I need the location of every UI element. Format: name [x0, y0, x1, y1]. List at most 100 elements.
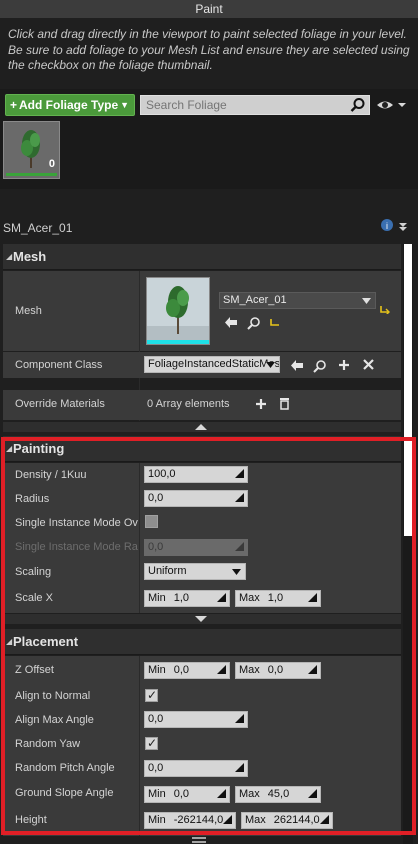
trash-icon[interactable] — [279, 397, 290, 410]
max-label: Max — [239, 592, 260, 604]
radius-value: 0,0 — [148, 492, 164, 504]
drag-grip-icon — [235, 763, 244, 772]
align-max-angle-label: Align Max Angle — [15, 714, 94, 726]
advanced-expander[interactable] — [3, 614, 401, 624]
radius-field[interactable]: 0,0 — [144, 490, 248, 507]
z-offset-max-value: 0,0 — [267, 664, 284, 676]
scrollbar-thumb[interactable] — [404, 244, 412, 536]
drag-grip-icon — [223, 815, 232, 824]
ground-slope-max-value: 45,0 — [267, 788, 290, 800]
chevron-down-icon — [266, 362, 275, 368]
height-min-field[interactable]: Min -262144,0 — [144, 812, 236, 829]
clear-icon[interactable] — [363, 359, 374, 370]
z-offset-min-field[interactable]: Min 0,0 — [144, 662, 230, 679]
section-title: Painting — [13, 441, 65, 456]
single-instance-radius-value: 0,0 — [148, 541, 164, 553]
align-max-angle-value: 0,0 — [148, 713, 164, 725]
section-placement[interactable]: ◢ Placement — [3, 629, 401, 655]
drag-grip-icon — [217, 665, 226, 674]
add-foliage-type-button[interactable]: + Add Foliage Type ▼ — [5, 94, 135, 116]
instance-count: 0 — [48, 158, 55, 170]
ground-slope-min-field[interactable]: Min 0,0 — [144, 786, 230, 803]
column-divider — [139, 463, 140, 613]
drag-grip-icon — [235, 469, 244, 478]
section-title: Placement — [13, 634, 79, 649]
single-instance-radius-label: Single Instance Mode Radius — [15, 541, 138, 553]
single-instance-radius-field: 0,0 — [144, 539, 248, 556]
height-min-value: -262144,0 — [173, 814, 224, 826]
chevron-down-icon: ▼ — [120, 100, 129, 110]
height-max-value: 262144,0 — [273, 814, 320, 826]
density-label: Density / 1Kuu — [15, 469, 87, 481]
align-max-angle-field[interactable]: 0,0 — [144, 711, 248, 728]
random-yaw-checkbox[interactable]: ✓ — [145, 736, 158, 750]
drag-grip-icon — [308, 593, 317, 602]
density-value: 100,0 — [148, 468, 176, 480]
ground-slope-min-value: 0,0 — [173, 788, 190, 800]
density-field[interactable]: 100,0 — [144, 466, 248, 483]
add-element-icon[interactable] — [255, 398, 267, 410]
chevron-up-icon — [195, 424, 207, 430]
drag-grip-icon — [235, 493, 244, 502]
drag-grip-icon — [235, 542, 244, 551]
align-to-normal-checkbox[interactable]: ✓ — [145, 688, 158, 702]
scaling-dropdown[interactable]: Uniform — [144, 563, 246, 580]
resize-handle-icon[interactable] — [192, 836, 206, 844]
add-icon[interactable] — [338, 359, 350, 371]
single-instance-override-checkbox[interactable] — [145, 515, 158, 528]
browse-search-icon[interactable] — [313, 359, 327, 373]
plus-icon: + — [10, 98, 18, 112]
use-selected-arrow-icon[interactable] — [224, 316, 238, 329]
mesh-label: Mesh — [15, 305, 42, 317]
scale-x-min-value: 1,0 — [173, 592, 190, 604]
search-foliage-input[interactable] — [140, 95, 370, 115]
single-instance-override-label: Single Instance Mode Override — [15, 517, 138, 529]
info-text: Click and drag directly in the viewport … — [8, 27, 410, 72]
min-label: Min — [148, 592, 166, 604]
column-divider — [139, 656, 140, 836]
search-icon[interactable] — [350, 97, 366, 113]
section-painting[interactable]: ◢ Painting — [3, 436, 401, 462]
z-offset-max-field[interactable]: Max 0,0 — [235, 662, 321, 679]
z-offset-label: Z Offset — [15, 664, 54, 676]
details-options-icon[interactable]: i — [380, 218, 410, 234]
tree-mesh-icon — [147, 278, 209, 344]
scale-x-max-field[interactable]: Max 1,0 — [235, 590, 321, 607]
component-class-value: FoliageInstancedStaticMeshComponent — [148, 358, 280, 370]
max-label: Max — [245, 814, 266, 826]
chevron-down-icon — [232, 569, 241, 575]
random-yaw-label: Random Yaw — [15, 738, 81, 750]
use-selected-arrow-icon[interactable] — [290, 359, 304, 372]
drag-grip-icon — [320, 815, 329, 824]
min-label: Min — [148, 814, 166, 826]
checkmark-icon: ✓ — [147, 736, 158, 750]
height-max-field[interactable]: Max 262144,0 — [241, 812, 333, 829]
foliage-thumbnail[interactable]: 0 — [3, 121, 60, 179]
component-class-dropdown[interactable]: FoliageInstancedStaticMeshComponent — [144, 356, 280, 373]
override-materials-value: 0 Array elements — [147, 398, 230, 410]
browse-search-icon[interactable] — [247, 316, 261, 330]
max-label: Max — [239, 664, 260, 676]
advanced-expander[interactable] — [3, 422, 401, 432]
mesh-thumbnail[interactable] — [146, 277, 210, 345]
radius-label: Radius — [15, 493, 50, 505]
scaling-value: Uniform — [148, 565, 187, 577]
eye-icon[interactable] — [376, 97, 406, 113]
reset-to-default-icon[interactable] — [380, 305, 390, 314]
reset-arrow-icon[interactable] — [270, 318, 280, 327]
collapse-icon: ◢ — [6, 444, 13, 453]
drag-grip-icon — [308, 789, 317, 798]
scale-x-min-field[interactable]: Min 1,0 — [144, 590, 230, 607]
random-pitch-angle-field[interactable]: 0,0 — [144, 760, 248, 777]
panel-title: Paint — [0, 0, 418, 18]
ground-slope-max-field[interactable]: Max 45,0 — [235, 786, 321, 803]
add-foliage-type-label: Add Foliage Type — [19, 98, 119, 112]
foliage-list — [0, 119, 418, 189]
mesh-asset-value: SM_Acer_01 — [223, 294, 287, 306]
random-pitch-angle-label: Random Pitch Angle — [15, 762, 115, 774]
mesh-asset-picker[interactable]: SM_Acer_01 — [219, 292, 376, 309]
section-mesh[interactable]: ◢ Mesh — [3, 244, 401, 270]
min-label: Min — [148, 664, 166, 676]
scale-x-label: Scale X — [15, 592, 53, 604]
selection-bar — [6, 173, 57, 176]
